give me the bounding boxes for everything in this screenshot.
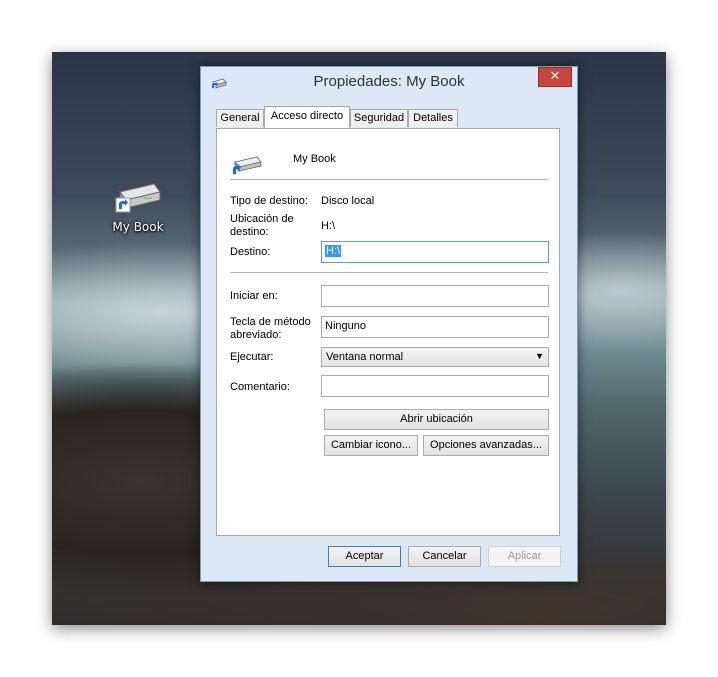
start-in-field[interactable] (321, 285, 549, 307)
comment-field[interactable] (321, 375, 549, 397)
target-type-label: Tipo de destino: (230, 195, 308, 207)
target-label: Destino: (230, 246, 271, 258)
chevron-down-icon: ▼ (535, 351, 544, 361)
tab-seguridad[interactable]: Seguridad (350, 109, 408, 127)
tab-general[interactable]: General (216, 109, 264, 127)
target-location-label: Ubicación de destino: (230, 213, 294, 238)
open-location-button[interactable]: Abrir ubicación (324, 409, 549, 430)
separator (230, 179, 548, 180)
properties-window: Propiedades: My Book ✕ General Acceso di… (200, 66, 578, 582)
run-dropdown[interactable]: Ventana normal ▼ (321, 347, 549, 367)
target-field[interactable]: H:\ (321, 241, 549, 263)
target-field-selection: H:\ (325, 245, 342, 257)
close-button[interactable]: ✕ (538, 67, 572, 87)
drive-shortcut-icon (233, 156, 262, 174)
desktop-shortcut-label: My Book (112, 220, 164, 234)
run-dropdown-value: Ventana normal (326, 351, 404, 363)
comment-label: Comentario: (230, 381, 290, 393)
tab-detalles[interactable]: Detalles (408, 109, 458, 127)
title-bar[interactable]: Propiedades: My Book ✕ (201, 67, 577, 97)
run-label: Ejecutar: (230, 351, 274, 363)
shortcut-key-label: Tecla de método abreviado: (230, 316, 311, 341)
apply-button[interactable]: Aplicar (488, 546, 561, 567)
desktop-shortcut-my-book[interactable]: My Book (108, 178, 168, 234)
advanced-options-button[interactable]: Opciones avanzadas... (423, 435, 549, 456)
cancel-button[interactable]: Cancelar (408, 546, 481, 567)
shortcut-name: My Book (293, 153, 336, 165)
target-type-value: Disco local (321, 195, 375, 207)
drive-shortcut-icon (115, 183, 161, 213)
separator (230, 272, 548, 273)
ok-button[interactable]: Aceptar (328, 546, 401, 567)
shortcut-key-field[interactable]: Ninguno (321, 316, 549, 338)
shortcut-tab-panel: My Book Tipo de destino: Disco local Ubi… (216, 128, 560, 536)
close-icon: ✕ (549, 69, 561, 84)
change-icon-button[interactable]: Cambiar icono... (324, 435, 418, 456)
target-location-value: H:\ (321, 220, 336, 232)
tab-acceso-directo[interactable]: Acceso directo (264, 106, 350, 128)
window-title: Propiedades: My Book (313, 73, 465, 90)
start-in-label: Iniciar en: (230, 290, 278, 302)
